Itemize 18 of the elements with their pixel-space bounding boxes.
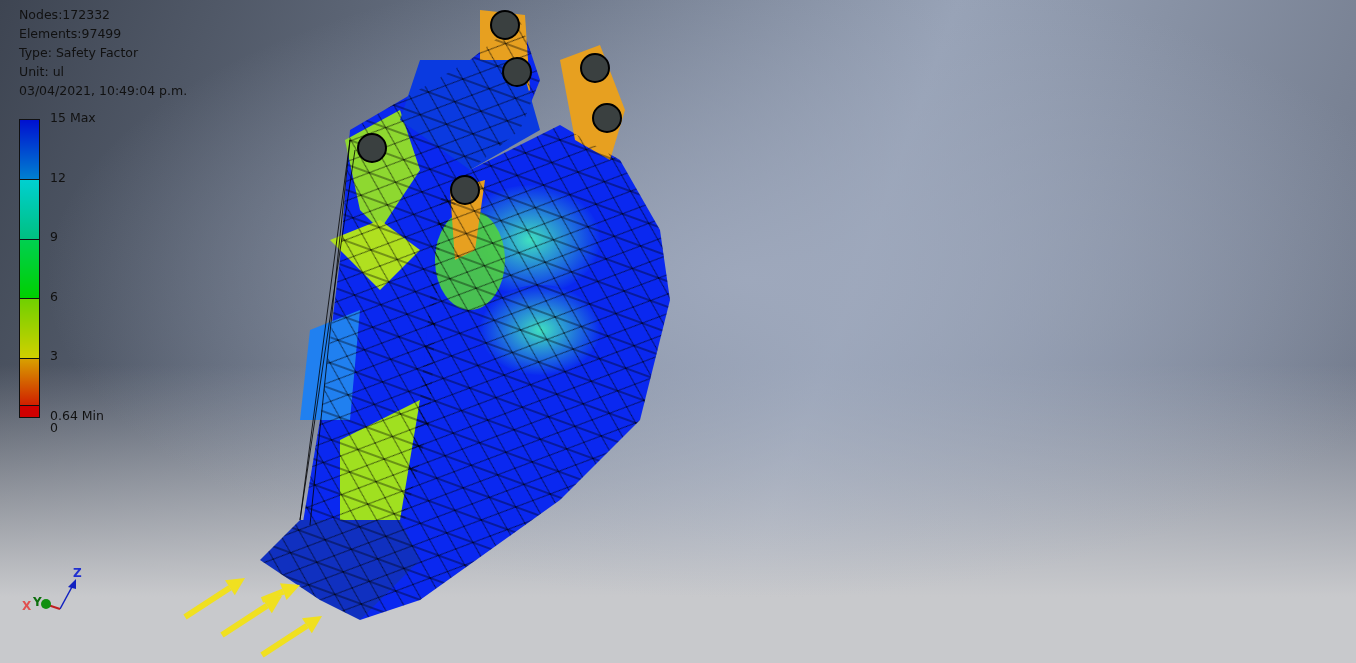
result-info-text: Elements:97499 [19,25,123,43]
axis-label: Z [73,567,82,580]
scale-label: 9 [50,230,59,246]
scale-label: 0 [50,420,58,435]
result-info-text: Nodes:172332 [19,6,112,24]
axis-triad-icon [41,579,76,610]
scale-label: 0.64 Min [50,408,105,421]
load-arrow [260,616,322,658]
scale-label: 15 Max [50,111,97,127]
scale-label: 6 [50,289,59,306]
result-info-text: Unit: ul [19,63,66,81]
result-info-text: Type: Safety Factor [19,44,140,62]
axis-label: X [22,599,32,613]
axis-label: Y [33,595,42,609]
load-arrow [183,578,245,620]
scale-label: 12 [50,170,67,187]
scale-label: 3 [50,349,59,365]
result-info-text: 03/04/2021, 10:49:04 p.m. [19,82,188,100]
